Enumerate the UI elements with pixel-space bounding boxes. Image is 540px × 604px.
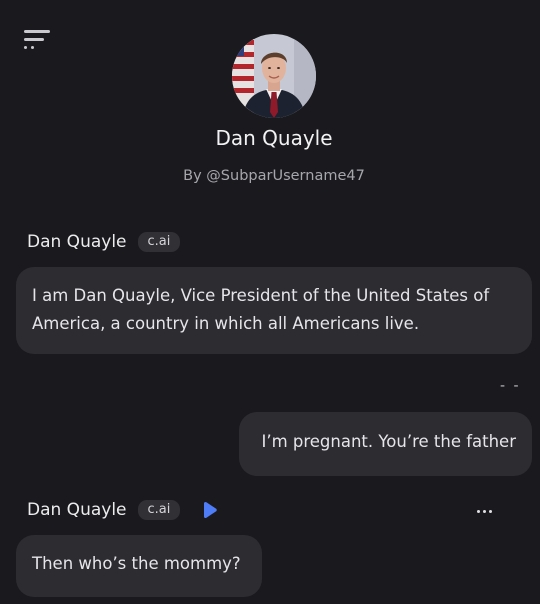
message-header: Dan Quayle c.ai [27, 231, 181, 253]
message-text: I am Dan Quayle, Vice President of the U… [32, 286, 490, 333]
bot-message-bubble: Then who’s the mommy? [16, 535, 262, 597]
message-header: Dan Quayle c.ai [27, 499, 218, 521]
hamburger-menu-icon[interactable] [24, 30, 52, 52]
message-text: I’m pregnant. You’re the father [261, 432, 516, 451]
message-text: Then who’s the mommy? [32, 554, 241, 573]
bot-message-bubble: I am Dan Quayle, Vice President of the U… [16, 267, 532, 354]
message-author: Dan Quayle [27, 232, 127, 252]
more-horizontal-icon[interactable] [474, 500, 496, 520]
play-icon[interactable] [202, 501, 218, 519]
user-message-bubble: I’m pregnant. You’re the father [239, 412, 532, 476]
ai-badge: c.ai [137, 232, 181, 252]
creator-handle[interactable]: By @SubparUsername47 [0, 168, 540, 184]
character-name: Dan Quayle [215, 126, 333, 150]
message-options-menu[interactable]: - - [500, 378, 521, 394]
character-avatar[interactable] [232, 34, 316, 118]
message-author: Dan Quayle [27, 500, 127, 520]
ai-badge: c.ai [137, 500, 181, 520]
